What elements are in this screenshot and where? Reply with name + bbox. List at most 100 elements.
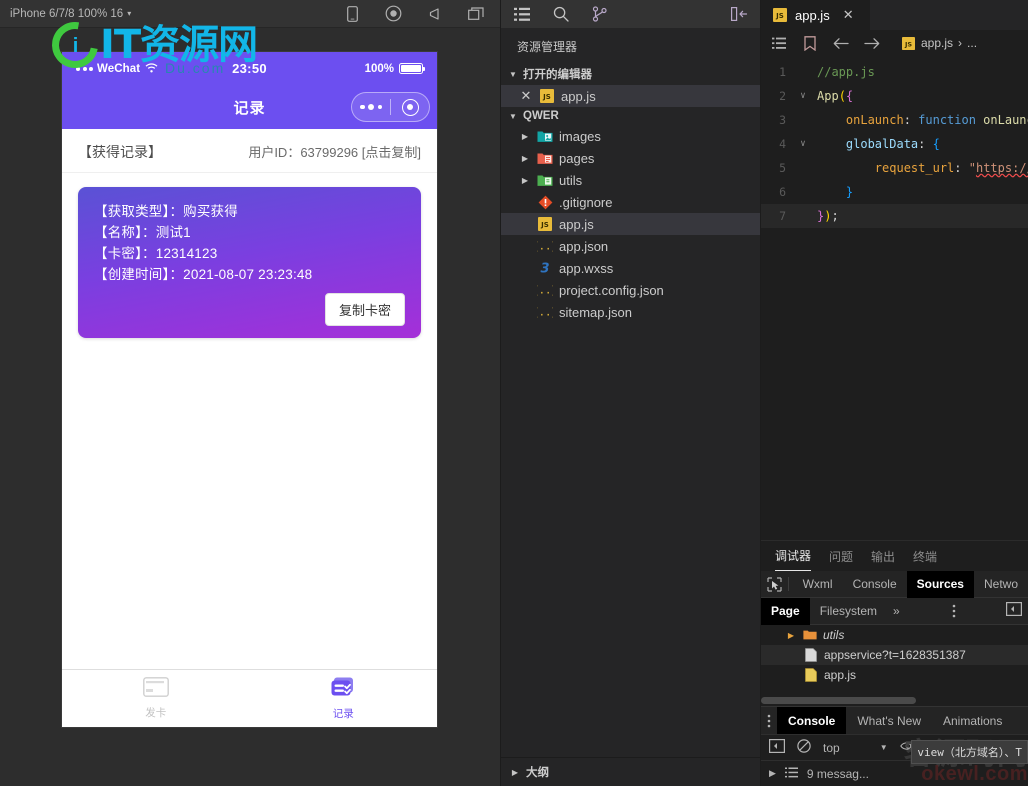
code-line[interactable]: 2∨App({ bbox=[761, 84, 1028, 108]
user-id-copy-label[interactable]: 用户ID：63799296 [点击复制] bbox=[248, 142, 421, 161]
code-line[interactable]: 4∨ globalData: { bbox=[761, 132, 1028, 156]
open-editor-app-js[interactable]: ✕ JS app.js bbox=[501, 85, 760, 107]
divider bbox=[788, 577, 789, 591]
file-app-wxss[interactable]: 3 app.wxss bbox=[501, 257, 760, 279]
folder-images[interactable]: ▶ images bbox=[501, 125, 760, 147]
close-icon[interactable]: ✕ bbox=[843, 7, 854, 23]
tab-records[interactable]: 记录 bbox=[250, 670, 438, 727]
more-menu-icon[interactable] bbox=[352, 104, 390, 110]
file-project-config-json[interactable]: {..} project.config.json bbox=[501, 279, 760, 301]
console-eye-icon[interactable] bbox=[900, 740, 917, 755]
editor-tab-app-js[interactable]: JS app.js ✕ bbox=[761, 0, 871, 30]
svg-text:JS: JS bbox=[775, 12, 784, 20]
code-token: https:// bbox=[976, 161, 1028, 175]
drawer-tab-whats-new[interactable]: What's New bbox=[846, 707, 932, 735]
expand-arrow-icon[interactable]: ▶ bbox=[769, 768, 776, 779]
sources-folder-utils[interactable]: ▶ utils bbox=[761, 625, 1028, 645]
tab-debugger[interactable]: 调试器 bbox=[775, 541, 811, 571]
sources-horizontal-scrollbar[interactable] bbox=[761, 697, 960, 704]
tab-output[interactable]: 输出 bbox=[871, 541, 895, 571]
simulator-tool-icons bbox=[344, 5, 490, 22]
clear-console-icon[interactable] bbox=[797, 739, 811, 756]
kebab-menu-icon[interactable] bbox=[952, 604, 956, 618]
console-message-count[interactable]: 9 messag... bbox=[807, 767, 869, 781]
fold-chevron-icon[interactable]: ∨ bbox=[795, 139, 811, 149]
explorer-icon[interactable] bbox=[513, 6, 530, 23]
window-icon[interactable] bbox=[467, 5, 484, 22]
record-icon[interactable] bbox=[385, 5, 402, 22]
file-app-js[interactable]: JS app.js bbox=[501, 213, 760, 235]
devtools-tab-console[interactable]: Console bbox=[843, 571, 907, 598]
chevron-down-icon[interactable]: ▾ bbox=[127, 9, 131, 18]
drawer-tab-console[interactable]: Console bbox=[777, 707, 846, 735]
console-context-selector[interactable]: top ▼ bbox=[823, 741, 888, 755]
file-gitignore[interactable]: .gitignore bbox=[501, 191, 760, 213]
folder-utils-icon bbox=[537, 172, 553, 188]
inspect-element-icon[interactable] bbox=[765, 577, 784, 592]
code-line[interactable]: 1//app.js bbox=[761, 60, 1028, 84]
chevron-right-icon[interactable]: ▶ bbox=[519, 176, 531, 185]
folder-pages[interactable]: ▶ pages bbox=[501, 147, 760, 169]
devtools-tab-network[interactable]: Netwo bbox=[974, 571, 1028, 598]
sources-file-app-js[interactable]: app.js bbox=[761, 665, 1028, 685]
source-control-icon[interactable] bbox=[591, 6, 608, 23]
section-project-qwer[interactable]: ▼ QWER bbox=[501, 107, 760, 125]
phone-nav-bar: 记录 bbox=[62, 85, 437, 129]
wechat-capsule-buttons[interactable] bbox=[351, 92, 430, 122]
file-sitemap-json[interactable]: {..} sitemap.json bbox=[501, 301, 760, 323]
device-selector-label[interactable]: iPhone 6/7/8 100% 16 bbox=[10, 8, 123, 20]
tab-issue-card[interactable]: 发卡 bbox=[62, 670, 250, 727]
code-line[interactable]: 6 } bbox=[761, 180, 1028, 204]
drawer-kebab-menu-icon[interactable] bbox=[761, 714, 777, 728]
chevron-right-icon[interactable]: ▶ bbox=[519, 154, 531, 163]
code-line[interactable]: 5 request_url: "https:// bbox=[761, 156, 1028, 180]
panel-toggle-icon[interactable] bbox=[731, 6, 748, 23]
phone-icon[interactable] bbox=[344, 5, 361, 22]
devtools-tab-sources[interactable]: Sources bbox=[907, 571, 974, 598]
section-open-editors[interactable]: ▼ 打开的编辑器 bbox=[501, 63, 760, 85]
back-arrow-icon[interactable] bbox=[832, 35, 849, 52]
editor-tab-label: app.js bbox=[795, 8, 830, 23]
console-filter-label[interactable]: Fi bbox=[929, 741, 939, 755]
outline-icon[interactable] bbox=[770, 35, 787, 52]
tab-terminal[interactable]: 终端 bbox=[913, 541, 937, 571]
bookmark-icon[interactable] bbox=[801, 35, 818, 52]
console-sidebar-toggle-icon[interactable] bbox=[769, 739, 785, 756]
code-line[interactable]: 3 onLaunch: function onLaunc bbox=[761, 108, 1028, 132]
svg-text:{..}: {..} bbox=[537, 240, 553, 253]
sources-file-appservice[interactable]: appservice?t=1628351387 bbox=[761, 645, 1028, 665]
copy-card-code-button[interactable]: 复制卡密 bbox=[325, 293, 405, 326]
sources-folder-utils-label: utils bbox=[823, 628, 844, 642]
forward-arrow-icon[interactable] bbox=[863, 35, 880, 52]
file-app-json[interactable]: {..} app.json bbox=[501, 235, 760, 257]
chevron-right-icon[interactable]: ▶ bbox=[519, 132, 531, 141]
sources-subtab-filesystem[interactable]: Filesystem bbox=[810, 598, 887, 625]
sources-subtab-page[interactable]: Page bbox=[761, 598, 810, 625]
chevron-right-icon[interactable]: ▶ bbox=[785, 631, 797, 640]
code-token: onLaunc bbox=[976, 113, 1028, 127]
svg-text:3: 3 bbox=[540, 262, 549, 276]
section-outline[interactable]: ▶ 大纲 bbox=[501, 758, 760, 786]
file-app-js-label: app.js bbox=[559, 217, 594, 232]
search-icon[interactable] bbox=[552, 6, 569, 23]
sources-more-icon[interactable]: » bbox=[887, 604, 906, 618]
file-gitignore-label: .gitignore bbox=[559, 195, 612, 210]
close-icon[interactable]: ✕ bbox=[519, 88, 533, 104]
code-line[interactable]: 7}); bbox=[761, 204, 1028, 228]
code-token: request_url bbox=[875, 161, 954, 175]
code-editor[interactable]: 1//app.js2∨App({3 onLaunch: function onL… bbox=[761, 56, 1028, 540]
sidebar-collapse-icon[interactable] bbox=[1006, 602, 1022, 621]
line-number: 4 bbox=[761, 137, 795, 151]
breadcrumb[interactable]: JS app.js › ... bbox=[900, 35, 977, 51]
code-text: } bbox=[811, 185, 853, 199]
close-miniprogram-icon[interactable] bbox=[391, 99, 429, 116]
sources-file-tree[interactable]: ▶ utils appservice?t=1628351387 bbox=[761, 625, 1028, 706]
volume-icon[interactable] bbox=[426, 5, 443, 22]
code-token: { bbox=[846, 89, 853, 103]
fold-chevron-icon[interactable]: ∨ bbox=[795, 91, 811, 101]
code-text: onLaunch: function onLaunc bbox=[811, 113, 1028, 127]
devtools-tab-wxml[interactable]: Wxml bbox=[793, 571, 843, 598]
drawer-tab-animations[interactable]: Animations bbox=[932, 707, 1013, 735]
tab-problems[interactable]: 问题 bbox=[829, 541, 853, 571]
folder-utils[interactable]: ▶ utils bbox=[501, 169, 760, 191]
